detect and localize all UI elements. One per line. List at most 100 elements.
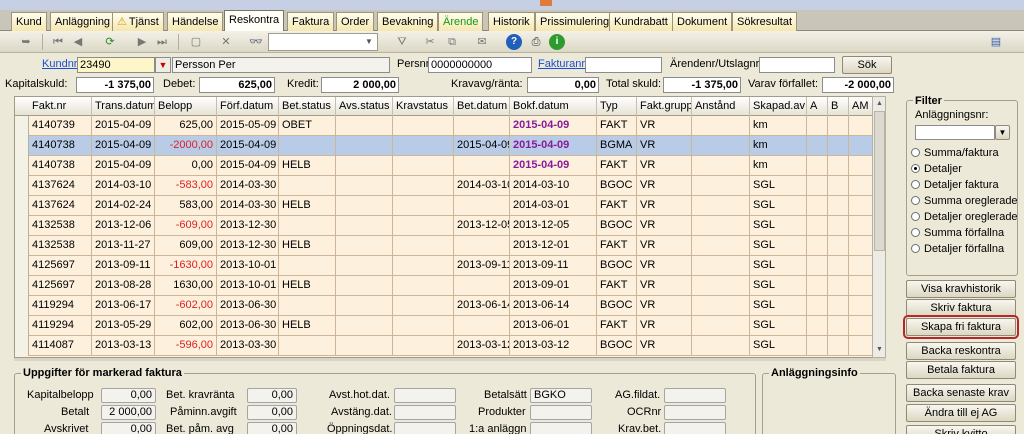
column-header[interactable]: Bet.datum — [454, 97, 510, 116]
filter-radio[interactable] — [911, 228, 920, 237]
column-header[interactable]: Fakt.grupp — [637, 97, 692, 116]
tab-kundrabatt[interactable]: Kundrabatt — [609, 12, 673, 31]
filter-option-label[interactable]: Detaljer förfallna — [924, 243, 1004, 255]
action-button[interactable]: Visa kravhistorik — [906, 280, 1016, 298]
tab-prissimulering[interactable]: Prissimulering — [535, 12, 615, 31]
find-icon[interactable]: 👓 — [248, 34, 264, 50]
action-button[interactable]: Backa senaste krav — [906, 384, 1016, 402]
action-button[interactable]: Ändra till ej AG — [906, 404, 1016, 422]
row-selector[interactable] — [15, 116, 29, 136]
delete-icon[interactable]: ✕ — [218, 34, 234, 50]
clear-filter-icon[interactable]: ✂ — [422, 34, 438, 50]
column-header[interactable]: Typ — [597, 97, 637, 116]
next-record-icon[interactable]: ▶ — [134, 34, 150, 50]
info-icon[interactable]: i — [549, 34, 565, 50]
table-row[interactable]: 4132538 2013-11-27 609,00 2013-12-30 HELB 201… — [15, 236, 885, 256]
filter-radio[interactable] — [911, 212, 920, 221]
filter-option-label[interactable]: Summa/faktura — [924, 147, 999, 159]
column-header[interactable]: Fakt.nr — [29, 97, 92, 116]
table-row[interactable]: 4137624 2014-02-24 583,00 2014-03-30 HELB 201… — [15, 196, 885, 216]
mail-icon[interactable]: ✉ — [474, 34, 490, 50]
row-selector[interactable] — [15, 156, 29, 176]
filter-option-label[interactable]: Summa förfallna — [924, 227, 1004, 239]
print-icon[interactable]: ⎙ — [528, 34, 544, 50]
tab-faktura[interactable]: Faktura — [287, 12, 335, 31]
action-button[interactable]: Skriv faktura — [906, 299, 1016, 317]
column-header[interactable]: Trans.datum — [92, 97, 155, 116]
table-row[interactable]: 4125697 2013-09-11 -1630,00 2013-10-01 2013-… — [15, 256, 885, 276]
action-button[interactable]: Betala faktura — [906, 361, 1016, 379]
prev-record-icon[interactable]: ◀ — [70, 34, 86, 50]
tab-tjanst[interactable]: ⚠ Tjänst — [112, 12, 164, 31]
grid-horizontal-scrollbar[interactable] — [14, 358, 886, 361]
table-row[interactable]: 4125697 2013-08-28 1630,00 2013-10-01 HELB 20… — [15, 276, 885, 296]
row-selector[interactable] — [15, 296, 29, 316]
table-row[interactable]: 4132538 2013-12-06 -609,00 2013-12-30 2013-1… — [15, 216, 885, 236]
sok-button[interactable]: Sök — [842, 56, 892, 74]
filter-radio[interactable] — [911, 148, 920, 157]
window-menu-icon[interactable]: ▤ — [988, 34, 1004, 50]
filter-radio[interactable] — [911, 244, 920, 253]
table-row[interactable]: 4140738 2015-04-09 -2000,00 2015-04-09 2015-… — [15, 136, 885, 156]
filter-radio[interactable] — [911, 180, 920, 189]
scroll-down-icon[interactable]: ▼ — [874, 344, 885, 356]
filter-settings-icon[interactable]: ⧉ — [444, 34, 460, 50]
column-header[interactable]: Avs.status — [336, 97, 393, 116]
row-selector[interactable] — [15, 256, 29, 276]
fakturanr-label[interactable]: Fakturanr — [538, 57, 585, 71]
tab-order[interactable]: Order — [336, 12, 375, 31]
row-selector[interactable] — [15, 316, 29, 336]
kundnr-input[interactable]: 23490 — [77, 57, 155, 73]
table-row[interactable]: 4137624 2014-03-10 -583,00 2014-03-30 2014-0… — [15, 176, 885, 196]
table-row[interactable]: 4140738 2015-04-09 0,00 2015-04-09 HELB 2015-… — [15, 156, 885, 176]
scroll-thumb[interactable] — [874, 111, 885, 251]
grid-vertical-scrollbar[interactable]: ▲ ▼ — [872, 96, 886, 358]
table-row[interactable]: 4114087 2013-03-13 -596,00 2013-03-30 2013-0… — [15, 336, 885, 356]
column-header[interactable]: Förf.datum — [217, 97, 279, 116]
action-button[interactable]: Backa reskontra — [906, 342, 1016, 360]
filter-option-label[interactable]: Detaljer oreglerade — [924, 211, 1018, 223]
column-header[interactable]: Kravstatus — [393, 97, 454, 116]
fakturanr-input[interactable] — [585, 57, 662, 73]
action-button[interactable]: Skapa fri faktura — [903, 315, 1019, 339]
filter-option-label[interactable]: Detaljer — [924, 163, 962, 175]
tab-arende[interactable]: Ärende — [438, 12, 484, 31]
row-selector[interactable] — [15, 236, 29, 256]
toolbar-combo[interactable]: ▼ — [268, 33, 378, 51]
help-icon[interactable]: ? — [506, 34, 522, 50]
tab-dokument[interactable]: Dokument — [672, 12, 733, 31]
filter-radio[interactable] — [911, 164, 920, 173]
last-record-icon[interactable]: ⏭ — [154, 34, 170, 50]
anlaggningsnr-select[interactable] — [915, 125, 995, 140]
filter-radio[interactable] — [911, 196, 920, 205]
row-selector[interactable] — [15, 336, 29, 356]
filter-option-label[interactable]: Detaljer faktura — [924, 179, 999, 191]
filter-icon[interactable]: ⛛ — [394, 34, 410, 50]
row-selector[interactable] — [15, 216, 29, 236]
refresh-icon[interactable]: ⟳ — [102, 34, 118, 50]
tab-handelse[interactable]: Händelse — [167, 12, 224, 31]
filter-option-label[interactable]: Summa oreglerade — [924, 195, 1018, 207]
new-document-icon[interactable]: ▢ — [188, 34, 204, 50]
column-header[interactable]: B — [828, 97, 849, 116]
row-selector[interactable] — [15, 176, 29, 196]
column-header[interactable]: Skapad.av — [750, 97, 807, 116]
column-header[interactable]: Anstånd — [692, 97, 750, 116]
row-selector[interactable] — [15, 276, 29, 296]
row-selector[interactable] — [15, 136, 29, 156]
column-header[interactable]: Bet.status — [279, 97, 336, 116]
table-row[interactable]: 4119294 2013-05-29 602,00 2013-06-30 HELB 201… — [15, 316, 885, 336]
tab-reskontra[interactable]: Reskontra — [224, 10, 285, 31]
arendenr-input[interactable] — [759, 57, 835, 73]
table-row[interactable]: 4119294 2013-06-17 -602,00 2013-06-30 2013-0… — [15, 296, 885, 316]
persnr-input[interactable]: 0000000000 — [428, 57, 532, 73]
first-record-icon[interactable]: ⏮ — [50, 34, 66, 50]
kundnr-label[interactable]: Kundnr — [42, 57, 77, 71]
row-selector[interactable] — [15, 196, 29, 216]
tab-anlaggning[interactable]: Anläggning — [50, 12, 116, 31]
table-row[interactable]: 4140739 2015-04-09 625,00 2015-05-09 OBET 201… — [15, 116, 885, 136]
tab-bevakning[interactable]: Bevakning — [377, 12, 439, 31]
column-header[interactable]: A — [807, 97, 828, 116]
tab-sokresultat[interactable]: Sökresultat — [732, 12, 798, 31]
column-header[interactable]: Bokf.datum — [510, 97, 597, 116]
